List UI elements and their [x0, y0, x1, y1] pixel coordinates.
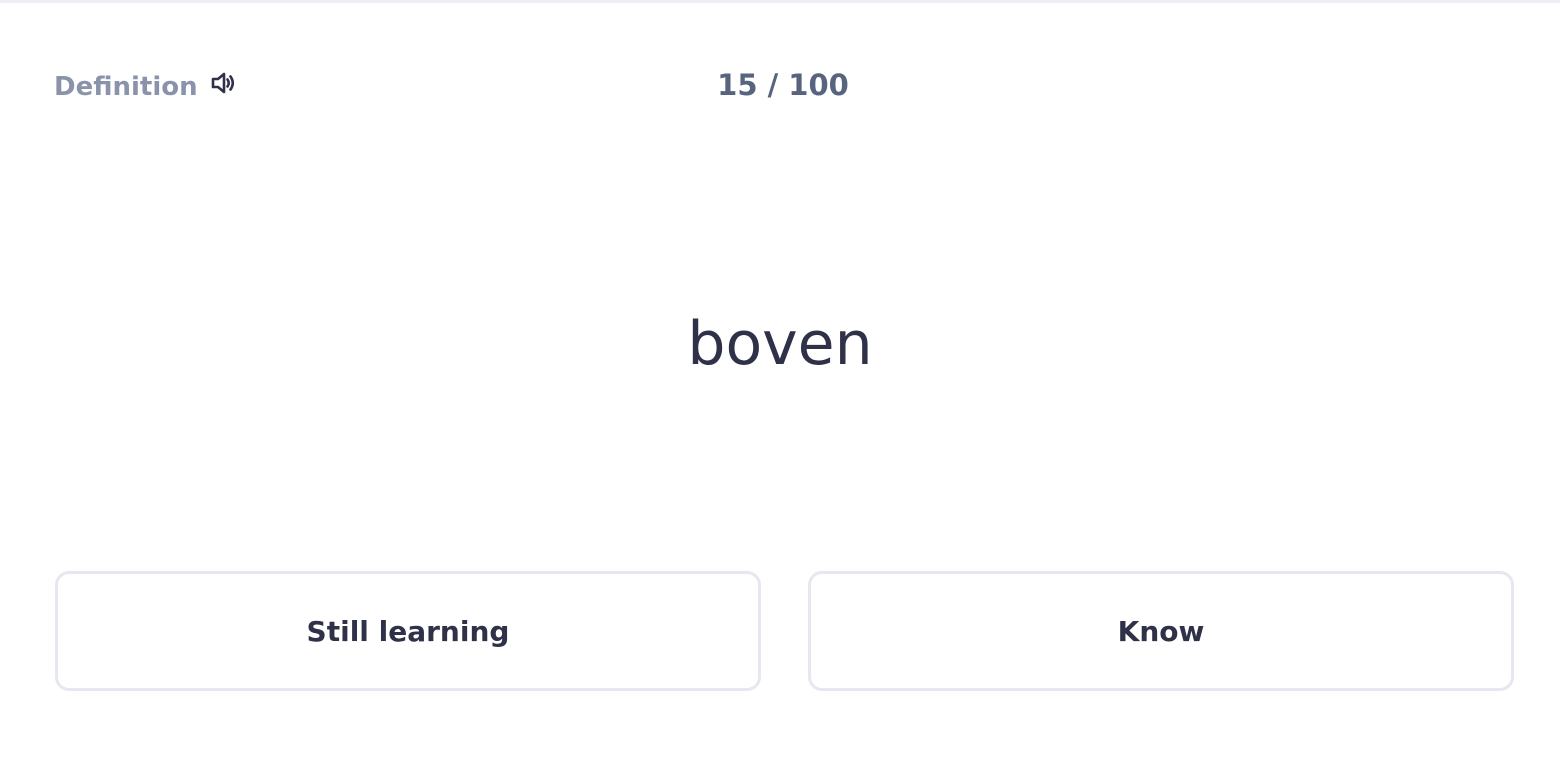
speaker-icon	[211, 72, 235, 94]
card-progress-counter: 15 / 100	[717, 68, 849, 102]
card-term: boven	[687, 309, 873, 379]
know-label: Know	[1117, 614, 1205, 648]
still-learning-label: Still learning	[306, 614, 510, 648]
flashcard[interactable]: Definition 15 / 100 boven Still learning…	[0, 3, 1560, 764]
card-side-label: Definition	[54, 72, 198, 102]
audio-button[interactable]	[205, 65, 241, 101]
still-learning-button[interactable]: Still learning	[55, 571, 761, 691]
know-button[interactable]: Know	[808, 571, 1514, 691]
